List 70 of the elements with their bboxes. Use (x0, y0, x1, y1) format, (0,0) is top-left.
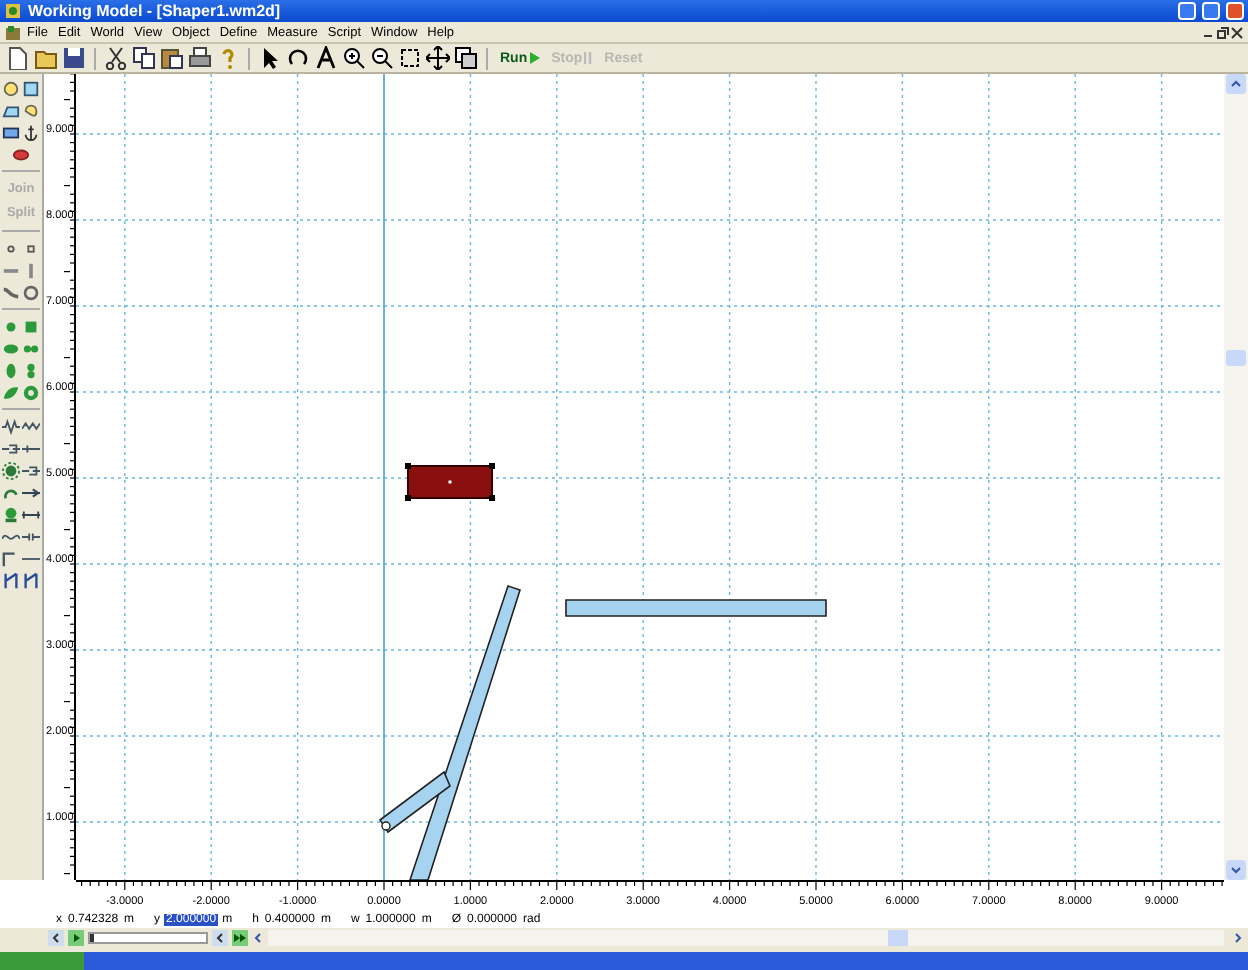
rectangle-body[interactable] (405, 463, 495, 501)
play-icon[interactable] (68, 929, 84, 945)
rectangle-icon[interactable] (1, 123, 20, 141)
document-icon[interactable] (4, 23, 22, 41)
force-icon[interactable] (22, 505, 41, 523)
scroll-thumb[interactable] (888, 929, 908, 945)
start-button[interactable] (0, 952, 84, 970)
chevron-left-icon[interactable] (252, 929, 264, 945)
step-back-icon[interactable] (212, 929, 228, 945)
damper-icon[interactable] (22, 461, 41, 479)
close-button[interactable] (1226, 2, 1244, 20)
frame-slider[interactable] (88, 931, 208, 943)
zoom-in-icon[interactable] (342, 46, 366, 70)
joint-pair-icon[interactable] (22, 339, 41, 357)
fast-forward-icon[interactable] (232, 929, 248, 945)
new-file-icon[interactable] (6, 46, 30, 70)
square-point-icon[interactable] (22, 239, 41, 257)
play-icon (529, 52, 540, 64)
minimize-button[interactable] (1178, 2, 1196, 20)
rod-icon[interactable] (22, 439, 41, 457)
spring-icon[interactable] (1, 417, 20, 435)
polygon-icon[interactable] (1, 101, 20, 119)
wave-spring-icon[interactable] (22, 417, 41, 435)
scroll-thumb[interactable] (1226, 349, 1246, 365)
square-icon[interactable] (22, 79, 41, 97)
window-title: Working Model - [Shaper1.wm2d] (28, 2, 283, 20)
ellipse-icon[interactable] (12, 145, 30, 163)
close-icon[interactable] (1230, 25, 1244, 39)
printer-icon[interactable] (188, 46, 212, 70)
scroll-down-icon[interactable] (1226, 860, 1246, 880)
app-icon (4, 2, 22, 20)
overlap-icon[interactable] (454, 46, 478, 70)
horizontal-joint-icon[interactable] (1, 339, 20, 357)
torque-icon[interactable] (1, 505, 20, 523)
curved-shape-icon[interactable] (22, 101, 41, 119)
circle-icon[interactable] (1, 79, 20, 97)
point-icon[interactable] (1, 239, 20, 257)
restore-icon[interactable] (1216, 25, 1230, 39)
bracket-icon[interactable] (1, 549, 20, 567)
text-tool-icon[interactable] (314, 46, 338, 70)
move-icon[interactable] (426, 46, 450, 70)
scroll-up-icon[interactable] (1226, 74, 1246, 94)
curved-slot-icon[interactable] (1, 283, 20, 301)
ring-joint-icon[interactable] (22, 383, 41, 401)
paste-icon[interactable] (160, 46, 184, 70)
bar-body[interactable] (378, 770, 451, 834)
save-icon[interactable] (62, 46, 86, 70)
pulley-icon[interactable] (1, 571, 20, 589)
pause-icon (584, 52, 593, 64)
pin-joint-icon[interactable] (1, 317, 20, 335)
rotate-icon[interactable] (286, 46, 310, 70)
split-line-icon[interactable] (22, 527, 41, 545)
leaf-joint-icon[interactable] (1, 383, 20, 401)
restore-button[interactable] (1202, 2, 1220, 20)
stacked-joint-icon[interactable] (22, 361, 41, 379)
fit-view-icon[interactable] (398, 46, 422, 70)
open-folder-icon[interactable] (34, 46, 58, 70)
actuator-icon[interactable] (22, 483, 41, 501)
damper-icon[interactable] (1, 439, 20, 457)
step-back-icon[interactable] (48, 929, 64, 945)
pointer-icon[interactable] (258, 46, 282, 70)
copy-icon[interactable] (132, 46, 156, 70)
gear-icon[interactable] (1, 461, 20, 479)
anchor-icon[interactable] (22, 123, 41, 141)
cut-icon[interactable] (104, 46, 128, 70)
zoom-out-icon[interactable] (370, 46, 394, 70)
pulley-icon[interactable] (22, 571, 41, 589)
vertical-joint-icon[interactable] (1, 361, 20, 379)
rigid-joint-icon[interactable] (22, 317, 41, 335)
circular-slot-icon[interactable] (22, 283, 41, 301)
